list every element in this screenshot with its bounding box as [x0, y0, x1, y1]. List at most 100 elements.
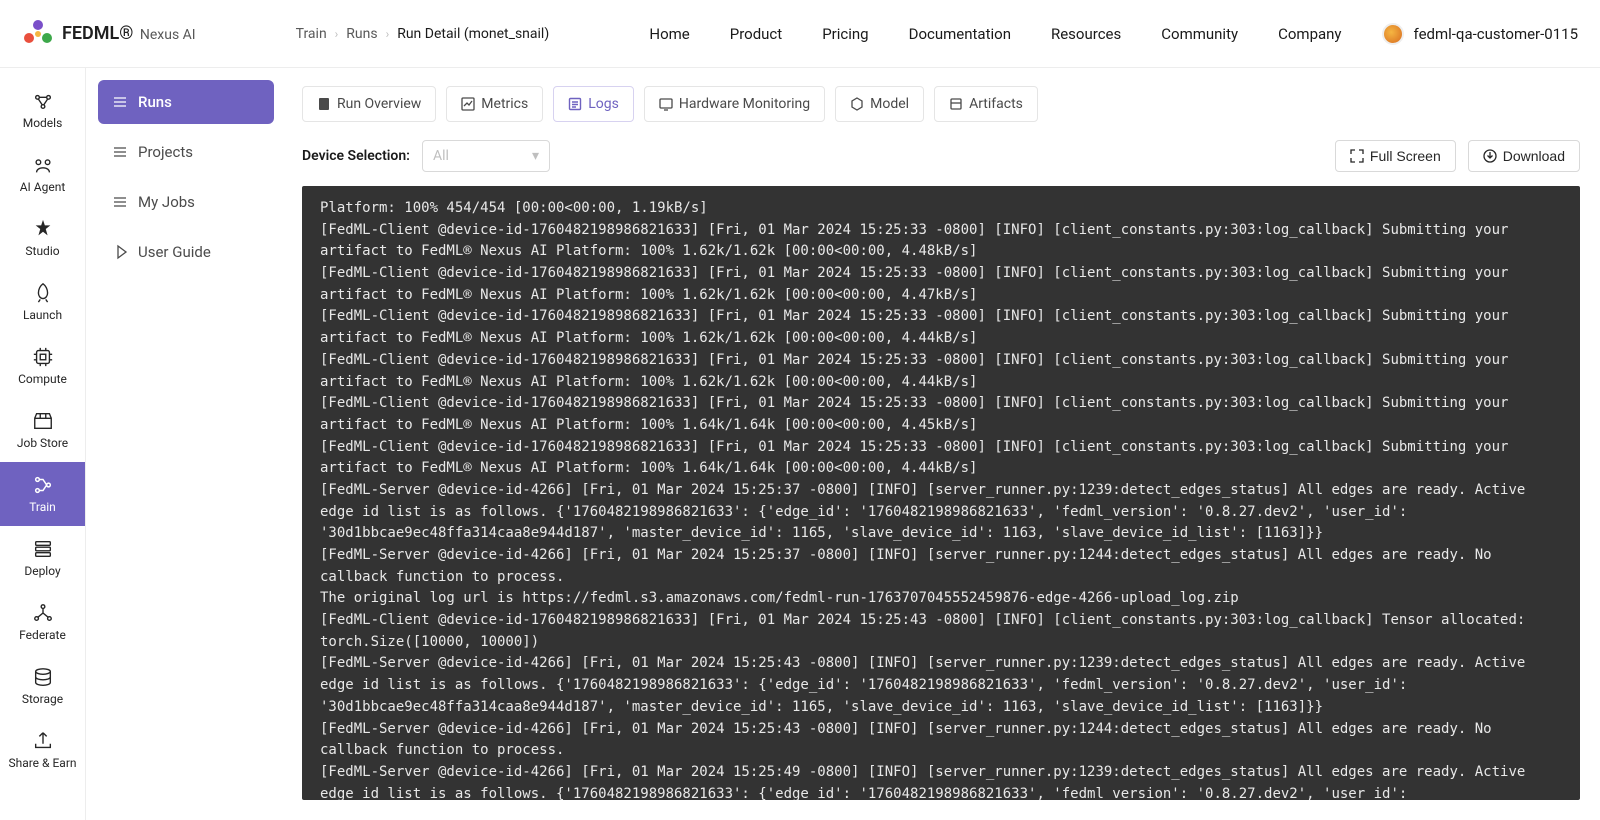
log-controls: Device Selection: All ▾ Full Screen Down…: [302, 140, 1580, 172]
nav-resources[interactable]: Resources: [1051, 25, 1121, 43]
log-line: [FedML-Server @device-id-4266] [Fri, 01 …: [320, 480, 1562, 545]
fullscreen-label: Full Screen: [1370, 148, 1441, 164]
brand-logo[interactable]: FEDML® Nexus AI: [22, 18, 196, 50]
tab-model[interactable]: Model: [835, 86, 924, 122]
tab-artifacts[interactable]: Artifacts: [934, 86, 1038, 122]
log-line: [FedML-Client @device-id-176048219898682…: [320, 220, 1562, 263]
device-selection-value: All: [433, 148, 449, 164]
tab-icon: [317, 97, 331, 111]
subnav-label: Runs: [138, 93, 172, 111]
launch-icon: [32, 282, 54, 304]
share-icon: [32, 730, 54, 752]
chevron-right-icon: ›: [386, 27, 390, 41]
fullscreen-button[interactable]: Full Screen: [1335, 140, 1456, 172]
download-icon: [1483, 149, 1497, 163]
main-panel: Run Overview Metrics Logs Hardware Monitori…: [286, 68, 1600, 820]
fullscreen-icon: [1350, 149, 1364, 163]
list-icon: [112, 144, 128, 160]
subnav-label: My Jobs: [138, 193, 195, 211]
rail-item-train[interactable]: Train: [0, 462, 85, 526]
tab-logs[interactable]: Logs: [553, 86, 634, 122]
subnav-label: User Guide: [138, 243, 211, 261]
logo-icon: [22, 18, 54, 50]
nav-pricing[interactable]: Pricing: [822, 25, 868, 43]
rail-item-ai-agent[interactable]: AI Agent: [0, 142, 85, 206]
list-icon: [112, 244, 128, 260]
tab-metrics[interactable]: Metrics: [446, 86, 543, 122]
tab-label: Hardware Monitoring: [679, 96, 810, 112]
subnav-item-my-jobs[interactable]: My Jobs: [98, 180, 274, 224]
rail-label: Launch: [23, 308, 62, 322]
breadcrumb-runs[interactable]: Runs: [346, 26, 377, 42]
agent-icon: [32, 154, 54, 176]
subnav-item-runs[interactable]: Runs: [98, 80, 274, 124]
breadcrumb-train[interactable]: Train: [296, 26, 327, 42]
rail-item-models[interactable]: Models: [0, 78, 85, 142]
tab-icon: [461, 97, 475, 111]
nav-company[interactable]: Company: [1278, 25, 1341, 43]
tab-hardware-monitoring[interactable]: Hardware Monitoring: [644, 86, 825, 122]
avatar: [1382, 23, 1404, 45]
user-menu[interactable]: fedml-qa-customer-0115: [1382, 23, 1578, 45]
chevron-down-icon: ▾: [532, 148, 539, 164]
rail-item-job-store[interactable]: Job Store: [0, 398, 85, 462]
breadcrumb: Train › Runs › Run Detail (monet_snail): [296, 26, 550, 42]
nav-documentation[interactable]: Documentation: [909, 25, 1011, 43]
tab-icon: [659, 97, 673, 111]
deploy-icon: [32, 538, 54, 560]
nav-home[interactable]: Home: [649, 25, 689, 43]
topbar: FEDML® Nexus AI Train › Runs › Run Detai…: [0, 0, 1600, 68]
rail-item-launch[interactable]: Launch: [0, 270, 85, 334]
log-line: Platform: 100% 454/454 [00:00<00:00, 1.1…: [320, 198, 1562, 220]
rail-label: Share & Earn: [8, 756, 76, 770]
rail-item-storage[interactable]: Storage: [0, 654, 85, 718]
tab-icon: [568, 97, 582, 111]
tab-label: Logs: [588, 96, 619, 112]
list-icon: [112, 94, 128, 110]
left-rail: Models AI Agent Studio Launch Compute Job Sto…: [0, 68, 86, 820]
brand-name: FEDML® Nexus AI: [62, 23, 196, 44]
rail-label: Models: [23, 116, 63, 130]
subnav-label: Projects: [138, 143, 193, 161]
rail-label: Federate: [19, 628, 66, 642]
rail-item-studio[interactable]: Studio: [0, 206, 85, 270]
rail-label: Compute: [18, 372, 67, 386]
subnav-item-user-guide[interactable]: User Guide: [98, 230, 274, 274]
log-line: [FedML-Server @device-id-4266] [Fri, 01 …: [320, 719, 1562, 762]
jobstore-icon: [32, 410, 54, 432]
rail-item-deploy[interactable]: Deploy: [0, 526, 85, 590]
tab-icon: [850, 97, 864, 111]
rail-item-federate[interactable]: Federate: [0, 590, 85, 654]
rail-label: Studio: [25, 244, 59, 258]
subnav-item-projects[interactable]: Projects: [98, 130, 274, 174]
log-line: [FedML-Client @device-id-176048219898682…: [320, 306, 1562, 349]
tab-run-overview[interactable]: Run Overview: [302, 86, 436, 122]
rail-item-share-earn[interactable]: Share & Earn: [0, 718, 85, 782]
log-line: The original log url is https://fedml.s3…: [320, 588, 1562, 610]
download-button[interactable]: Download: [1468, 140, 1580, 172]
rail-label: Deploy: [24, 564, 60, 578]
device-selection-label: Device Selection:: [302, 148, 410, 164]
log-line: [FedML-Client @device-id-176048219898682…: [320, 350, 1562, 393]
log-line: [FedML-Server @device-id-4266] [Fri, 01 …: [320, 653, 1562, 718]
nav-product[interactable]: Product: [730, 25, 782, 43]
rail-label: AI Agent: [20, 180, 66, 194]
log-line: [FedML-Client @device-id-176048219898682…: [320, 437, 1562, 480]
device-selection-dropdown[interactable]: All ▾: [422, 140, 550, 172]
tab-label: Metrics: [481, 96, 528, 112]
log-output[interactable]: Platform: 100% 454/454 [00:00<00:00, 1.1…: [302, 186, 1580, 800]
rail-label: Storage: [22, 692, 63, 706]
rail-item-compute[interactable]: Compute: [0, 334, 85, 398]
models-icon: [32, 90, 54, 112]
top-nav: Home Product Pricing Documentation Resou…: [649, 25, 1341, 43]
rail-label: Job Store: [17, 436, 68, 450]
tab-label: Model: [870, 96, 909, 112]
log-line: [FedML-Server @device-id-4266] [Fri, 01 …: [320, 762, 1562, 800]
nav-community[interactable]: Community: [1161, 25, 1238, 43]
log-line: [FedML-Server @device-id-4266] [Fri, 01 …: [320, 545, 1562, 588]
tab-icon: [949, 97, 963, 111]
download-label: Download: [1503, 148, 1565, 164]
rail-label: Train: [29, 500, 56, 514]
username: fedml-qa-customer-0115: [1414, 25, 1578, 43]
tab-label: Run Overview: [337, 96, 421, 112]
